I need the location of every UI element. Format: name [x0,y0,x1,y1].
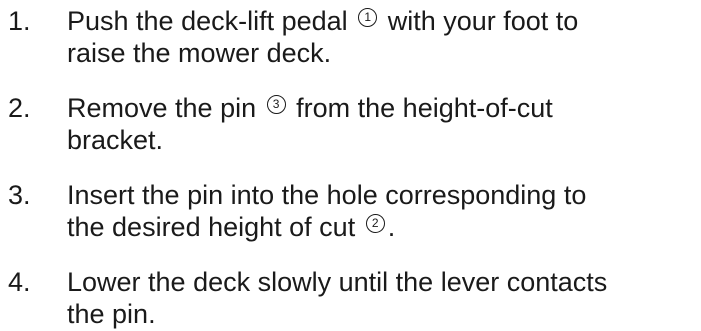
step-number: 4. [8,267,31,297]
step-text-before-callout: Remove the pin [67,93,257,123]
step-text-after-callout: from the height-of-cut [296,93,553,123]
step-text-before-callout: the desired height of cut [67,212,356,242]
step-text: Remove the pin 3 from the height-of-cut … [67,92,697,156]
callout-number: 1 [364,10,372,24]
callout-circle-icon: 3 [266,95,286,114]
step-line-1: Push the deck-lift pedal 1 with your foo… [67,5,697,37]
step-text: Push the deck-lift pedal 1 with your foo… [67,5,697,69]
step-line-2: raise the mower deck. [67,38,332,68]
step-text: Insert the pin into the hole correspondi… [67,179,697,243]
step-line-2: the desired height of cut 2. [67,211,697,243]
step-line-1: Remove the pin 3 from the height-of-cut [67,92,697,124]
step-text-after-callout: . [387,212,396,242]
step-number: 3. [8,180,31,210]
callout-number: 3 [272,97,280,111]
step-line-1: Lower the deck slowly until the lever co… [67,267,608,297]
callout-circle-icon: 1 [358,8,378,27]
step-line-2: the pin. [67,299,156,329]
step-number: 2. [8,93,31,123]
step-text-after-callout: with your foot to [387,6,579,36]
callout-number: 2 [371,216,379,230]
step-line-1: Insert the pin into the hole correspondi… [67,180,587,210]
step-text: Lower the deck slowly until the lever co… [67,266,697,330]
step-text-before-callout: Push the deck-lift pedal [67,6,348,36]
step-line-2: bracket. [67,125,164,155]
callout-circle-icon: 2 [365,214,385,233]
step-number: 1. [8,6,31,36]
